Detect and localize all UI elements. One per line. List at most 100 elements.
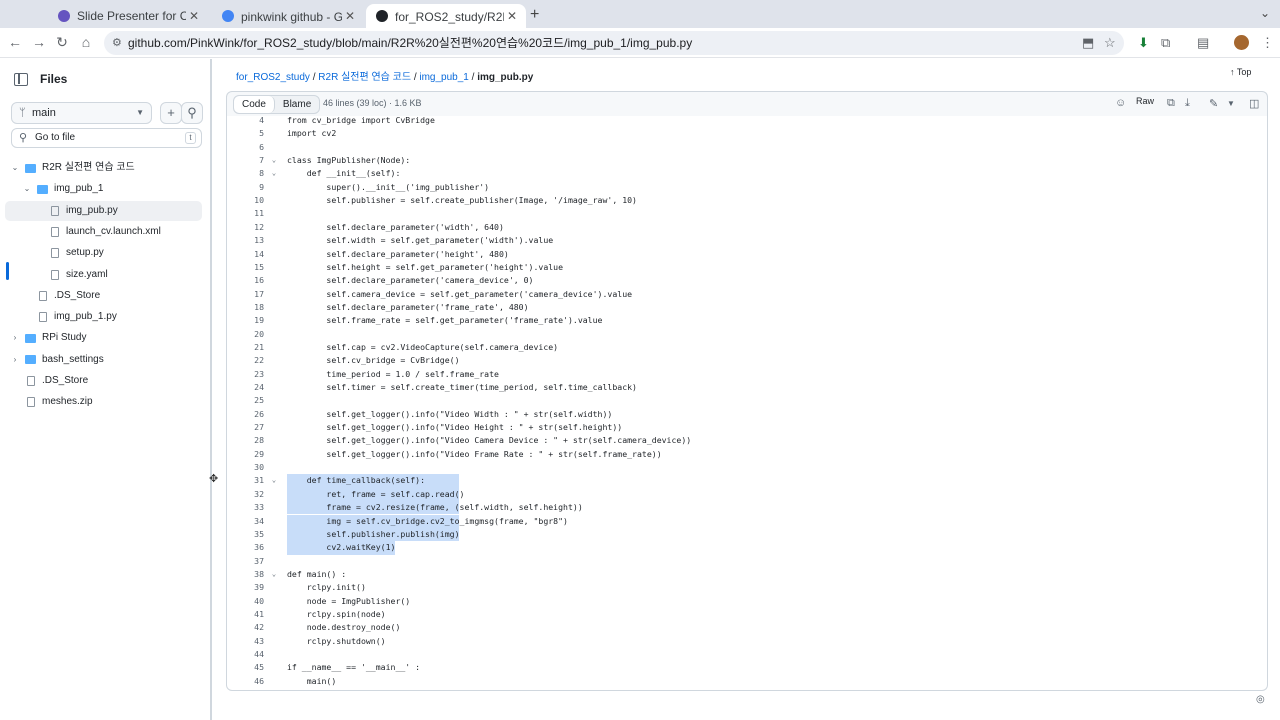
add-file-button[interactable]: + bbox=[160, 102, 182, 124]
collapse-sidebar-icon[interactable] bbox=[14, 72, 28, 86]
line-number[interactable]: 33 bbox=[227, 501, 264, 514]
bookmark-star-icon[interactable]: ☆ bbox=[1104, 35, 1116, 51]
tree-file[interactable]: size.yaml bbox=[5, 265, 202, 285]
line-number[interactable]: 24 bbox=[227, 381, 264, 394]
fold-chevron-icon[interactable]: ⌄ bbox=[269, 474, 279, 487]
line-number[interactable]: 7 bbox=[227, 154, 264, 167]
line-number[interactable]: 43 bbox=[227, 635, 264, 648]
line-number[interactable]: 16 bbox=[227, 274, 264, 287]
line-number[interactable]: 30 bbox=[227, 461, 264, 474]
tree-file[interactable]: setup.py bbox=[5, 243, 202, 263]
close-tab-icon[interactable]: ✕ bbox=[342, 9, 358, 23]
tab-search-chevron-icon[interactable]: ⌄ bbox=[1260, 6, 1270, 20]
fold-chevron-icon[interactable]: ⌄ bbox=[269, 154, 279, 167]
line-number[interactable]: 37 bbox=[227, 555, 264, 568]
symbols-panel-icon[interactable]: ◫ bbox=[1249, 97, 1259, 110]
line-number[interactable]: 12 bbox=[227, 221, 264, 234]
copy-icon[interactable]: ⧉ bbox=[1167, 97, 1175, 110]
line-number[interactable]: 31 bbox=[227, 474, 264, 487]
browser-tab-active[interactable]: for_ROS2_study/R2R 실전편 연습 ✕ bbox=[366, 4, 526, 28]
line-number[interactable]: 26 bbox=[227, 408, 264, 421]
close-tab-icon[interactable]: ✕ bbox=[186, 9, 202, 23]
download-icon[interactable]: ⬇ bbox=[1138, 35, 1149, 51]
line-number[interactable]: 41 bbox=[227, 608, 264, 621]
line-number[interactable]: 42 bbox=[227, 621, 264, 634]
line-number[interactable]: 46 bbox=[227, 675, 264, 688]
chevron-down-icon[interactable]: ⌄ bbox=[10, 158, 20, 178]
install-app-icon[interactable]: ⬒ bbox=[1082, 35, 1094, 51]
tree-file[interactable]: .DS_Store bbox=[5, 371, 202, 391]
line-number[interactable]: 25 bbox=[227, 394, 264, 407]
new-tab-plus-icon[interactable]: + bbox=[530, 6, 539, 24]
site-info-icon[interactable]: ⚙ bbox=[112, 31, 122, 55]
line-number[interactable]: 45 bbox=[227, 661, 264, 674]
line-number[interactable]: 15 bbox=[227, 261, 264, 274]
line-number[interactable]: 36 bbox=[227, 541, 264, 554]
line-number[interactable]: 19 bbox=[227, 314, 264, 327]
line-number[interactable]: 17 bbox=[227, 288, 264, 301]
line-number[interactable]: 18 bbox=[227, 301, 264, 314]
line-number[interactable]: 35 bbox=[227, 528, 264, 541]
line-number[interactable]: 29 bbox=[227, 448, 264, 461]
back-arrow-icon[interactable]: ← bbox=[6, 34, 24, 50]
chevron-right-icon[interactable]: › bbox=[10, 350, 20, 370]
code-tab[interactable]: Code bbox=[234, 96, 275, 113]
reload-icon[interactable]: ↻ bbox=[53, 34, 71, 51]
line-number[interactable]: 9 bbox=[227, 181, 264, 194]
blame-tab[interactable]: Blame bbox=[275, 96, 319, 113]
raw-button[interactable]: Raw bbox=[1136, 96, 1154, 106]
breadcrumb-repo-link[interactable]: for_ROS2_study bbox=[236, 72, 310, 83]
line-number[interactable]: 23 bbox=[227, 368, 264, 381]
line-number[interactable]: 32 bbox=[227, 488, 264, 501]
line-number[interactable]: 40 bbox=[227, 595, 264, 608]
fold-chevron-icon[interactable]: ⌄ bbox=[269, 167, 279, 180]
line-number[interactable]: 44 bbox=[227, 648, 264, 661]
extensions-puzzle-icon[interactable]: ⧉ bbox=[1161, 35, 1170, 51]
browser-menu-icon[interactable]: ⋮ bbox=[1261, 35, 1274, 51]
tree-folder[interactable]: ⌄ img_pub_1 bbox=[5, 179, 202, 199]
tree-file[interactable]: meshes.zip bbox=[5, 392, 202, 412]
tree-file[interactable]: img_pub_1.py bbox=[5, 307, 202, 327]
line-number[interactable]: 20 bbox=[227, 328, 264, 341]
line-number[interactable]: 39 bbox=[227, 581, 264, 594]
breadcrumb-subfolder-link[interactable]: img_pub_1 bbox=[419, 72, 468, 83]
fold-chevron-icon[interactable]: ⌄ bbox=[269, 568, 279, 581]
top-button[interactable]: ↑ Top bbox=[1230, 67, 1251, 77]
line-number[interactable]: 28 bbox=[227, 434, 264, 447]
line-number[interactable]: 13 bbox=[227, 234, 264, 247]
forward-arrow-icon[interactable]: → bbox=[30, 34, 48, 50]
chevron-right-icon[interactable]: › bbox=[10, 328, 20, 348]
copilot-icon[interactable]: ☺ bbox=[1115, 97, 1126, 109]
profile-avatar[interactable] bbox=[1234, 35, 1249, 50]
line-number[interactable]: 22 bbox=[227, 354, 264, 367]
close-tab-icon[interactable]: ✕ bbox=[504, 9, 520, 23]
line-number[interactable]: 4 bbox=[227, 116, 264, 127]
edit-pencil-icon[interactable]: ✎ bbox=[1209, 97, 1218, 110]
download-icon[interactable]: ⤓ bbox=[1185, 97, 1190, 110]
line-number[interactable]: 5 bbox=[227, 127, 264, 140]
line-number[interactable]: 27 bbox=[227, 421, 264, 434]
line-number[interactable]: 6 bbox=[227, 141, 264, 154]
search-files-button[interactable]: ⚲ bbox=[181, 102, 203, 124]
browser-tab[interactable]: Slide Presenter for Confluence ✕ bbox=[48, 4, 208, 28]
home-icon[interactable]: ⌂ bbox=[77, 34, 95, 50]
line-number[interactable]: 10 bbox=[227, 194, 264, 207]
tree-file[interactable]: .DS_Store bbox=[5, 286, 202, 306]
chevron-down-icon[interactable]: ▼ bbox=[1227, 99, 1235, 108]
line-number[interactable]: 8 bbox=[227, 167, 264, 180]
line-number[interactable]: 34 bbox=[227, 515, 264, 528]
chevron-down-icon[interactable]: ⌄ bbox=[22, 179, 32, 199]
line-number[interactable]: 21 bbox=[227, 341, 264, 354]
tree-folder[interactable]: ⌄ R2R 실전편 연습 코드 bbox=[5, 158, 202, 178]
copilot-chat-icon[interactable]: ◎ bbox=[1256, 694, 1265, 705]
tree-folder[interactable]: › RPi Study bbox=[5, 328, 202, 348]
tree-file[interactable]: img_pub.py bbox=[5, 200, 202, 221]
go-to-file-input[interactable]: ⚲ Go to file t bbox=[11, 128, 202, 148]
line-number[interactable]: 11 bbox=[227, 207, 264, 220]
branch-selector[interactable]: ᛘ main ▼ bbox=[11, 102, 152, 124]
address-bar[interactable]: ⚙ github.com/PinkWink/for_ROS2_study/blo… bbox=[104, 31, 1124, 55]
line-number[interactable]: 14 bbox=[227, 248, 264, 261]
browser-tab[interactable]: pinkwink github - Google 검색 ✕ bbox=[212, 4, 364, 28]
tree-file[interactable]: launch_cv.launch.xml bbox=[5, 222, 202, 242]
side-panel-icon[interactable]: ▤ bbox=[1197, 35, 1209, 51]
